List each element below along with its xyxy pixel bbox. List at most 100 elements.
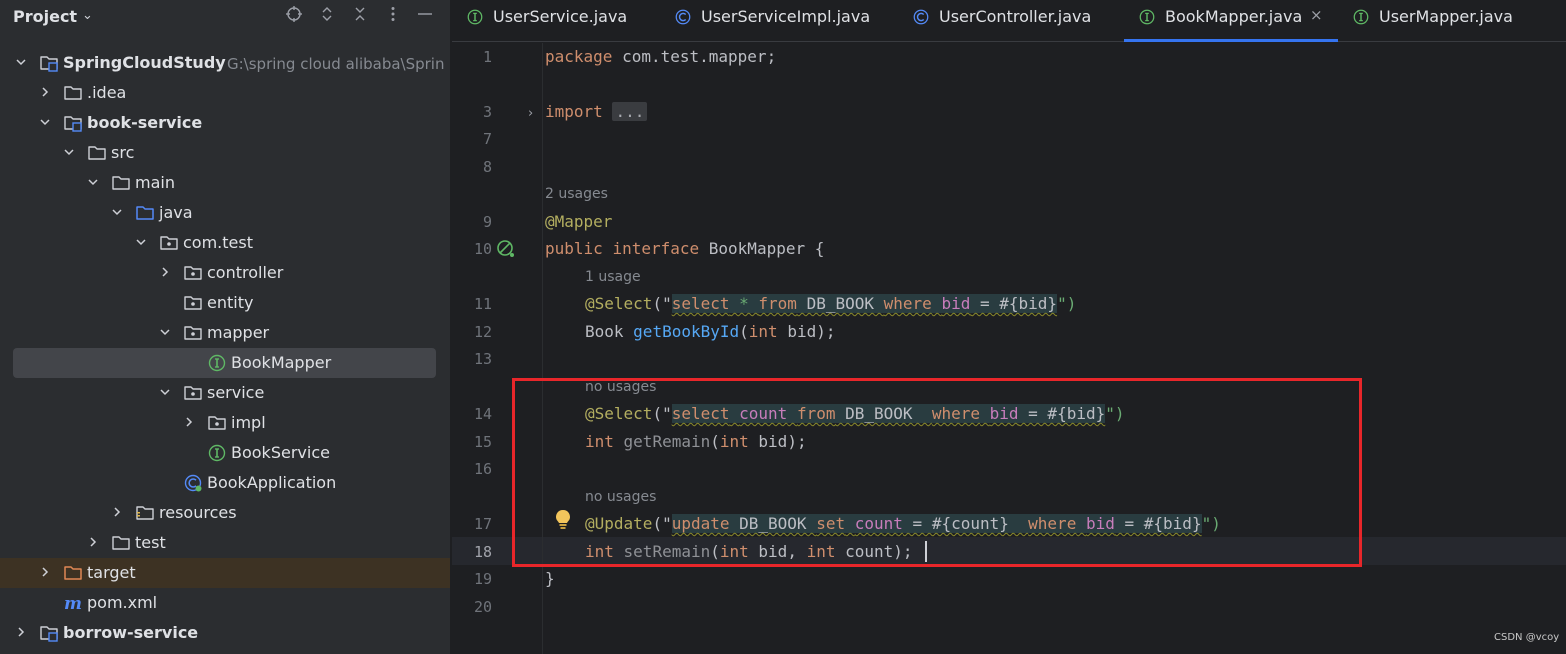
tab-label: UserService.java [493,7,628,26]
folded-imports[interactable]: ... [612,102,648,121]
chevron-down-icon[interactable] [15,56,27,68]
sql-token: bid [941,294,971,313]
tree-item-com-test[interactable]: com.test [0,228,450,258]
collapse-all-icon[interactable] [351,5,369,28]
interface-icon [207,353,227,373]
sql-token: from [758,294,797,313]
tree-item-springcloudstudy[interactable]: SpringCloudStudy G:\spring cloud alibaba\… [0,48,450,78]
tree-item-mapper[interactable]: mapper [0,318,450,348]
interface-icon [466,8,484,26]
code-token: @Select [585,294,653,313]
chevron-down-icon[interactable] [87,176,99,188]
chevron-down-icon[interactable] [159,326,171,338]
tree-item-test[interactable]: test [0,528,450,558]
line-number: 14 [473,405,492,423]
code-line-19: } [545,569,555,588]
package-icon [183,383,203,403]
tree-item-src[interactable]: src [0,138,450,168]
folder-icon [111,533,131,553]
interface-icon [207,443,227,463]
tree-item-resources[interactable]: resources [0,498,450,528]
project-panel-header: Project ⌄ [0,0,450,34]
tab-usercontroller-java[interactable]: UserController.java [898,0,1124,42]
tree-item-java[interactable]: java [0,198,450,228]
tree-item-label: SpringCloudStudy [63,53,226,72]
expand-all-icon[interactable] [318,5,336,28]
tree-item-label: target [87,563,136,582]
tree-item-bookservice[interactable]: BookService [0,438,450,468]
line-number-current: 18 [473,543,492,561]
tab-userservice-java[interactable]: UserService.java [452,0,660,42]
tree-item-label: book-service [87,113,203,132]
code-token: @Mapper [545,212,613,231]
package-icon [183,263,203,283]
locate-icon[interactable] [285,5,303,28]
code-token: int [748,322,778,341]
line-number: 7 [482,130,492,148]
tab-bookmapper-java[interactable]: BookMapper.java × [1124,0,1338,42]
chevron-down-icon[interactable] [135,236,147,248]
implemented-interface-gutter-icon[interactable] [496,239,516,259]
sql-token: = #{bid} [970,294,1058,313]
line-number: 15 [473,433,492,451]
chevron-right-icon[interactable] [39,566,51,578]
chevron-down-icon[interactable]: ⌄ [82,8,93,23]
fold-expand-icon[interactable]: › [528,106,533,121]
line-number: 20 [473,598,492,616]
hide-panel-icon[interactable] [416,5,434,28]
chevron-right-icon[interactable] [39,86,51,98]
tree-item-service[interactable]: service [0,378,450,408]
tree-item-impl[interactable]: impl [0,408,450,438]
chevron-right-icon[interactable] [87,536,99,548]
tree-item--idea[interactable]: .idea [0,78,450,108]
chevron-right-icon[interactable] [159,266,171,278]
chevron-down-icon[interactable] [39,116,51,128]
chevron-right-icon[interactable] [111,506,123,518]
code-line-1: package com.test.mapper; [545,47,776,66]
tree-item-label: test [135,533,166,552]
chevron-down-icon[interactable] [111,206,123,218]
tree-item-bookapplication[interactable]: BookApplication [0,468,450,498]
line-number: 16 [473,460,492,478]
code-token: Book [585,322,634,341]
close-icon[interactable]: × [1310,6,1323,24]
usages-hint[interactable]: 1 usage [585,269,641,285]
usages-hint[interactable]: 2 usages [545,186,608,202]
tree-item-target[interactable]: target [0,558,450,588]
tree-item-pom-xml[interactable]: m pom.xml [0,588,450,618]
module-folder-icon [39,623,59,643]
more-options-icon[interactable] [384,5,402,28]
chevron-down-icon[interactable] [63,146,75,158]
chevron-down-icon[interactable] [159,386,171,398]
excluded-folder-icon [63,563,83,583]
chevron-right-icon[interactable] [15,626,27,638]
code-token: ") [1057,294,1077,313]
sql-token: where [883,294,932,313]
tab-label: UserMapper.java [1379,7,1513,26]
folder-icon [111,173,131,193]
tree-item-borrow-service[interactable]: borrow-service [0,618,450,648]
sql-injection: select * from DB_BOOK where bid = #{bid} [671,294,1058,313]
code-line-3: import ... [545,102,648,121]
tree-item-bookmapper[interactable]: BookMapper [0,348,450,378]
line-number: 12 [473,323,492,341]
tab-userserviceimpl-java[interactable]: UserServiceImpl.java [660,0,898,42]
tree-item-main[interactable]: main [0,168,450,198]
tree-item-book-service[interactable]: book-service [0,108,450,138]
line-number: 1 [482,48,492,66]
tree-item-entity[interactable]: entity [0,288,450,318]
tab-usermapper-java[interactable]: UserMapper.java [1338,0,1566,42]
tree-item-label: main [135,173,175,192]
chevron-right-icon[interactable] [183,416,195,428]
line-number: 8 [482,158,492,176]
red-highlight-annotation [512,378,1362,567]
folder-icon [87,143,107,163]
tree-item-controller[interactable]: controller [0,258,450,288]
project-panel-title[interactable]: Project [13,7,77,26]
interface-icon [1352,8,1370,26]
tab-label: UserServiceImpl.java [701,7,871,26]
code-token: BookMapper { [699,239,825,258]
line-number: 19 [473,570,492,588]
code-line-11: @Select("select * from DB_BOOK where bid… [585,294,1076,313]
